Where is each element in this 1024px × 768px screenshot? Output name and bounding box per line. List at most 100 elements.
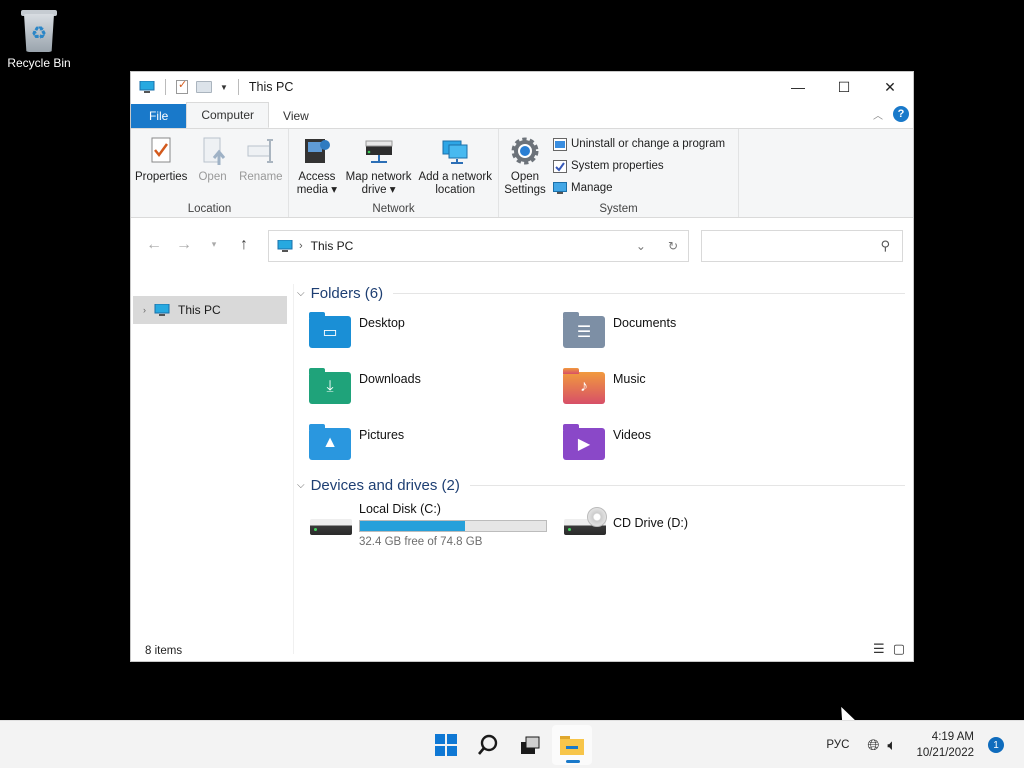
drive-local-disk-c[interactable]: Local Disk (C:) 32.4 GB free of 74.8 GB [309,502,563,548]
collapse-chevron-icon[interactable]: ⌵ [297,480,305,491]
window-title: This PC [248,80,294,94]
network-location-icon [442,140,468,164]
start-button[interactable] [426,725,466,765]
tab-file[interactable]: File [131,104,187,128]
pictures-folder-icon: ▲ [309,424,353,460]
disk-free-space: 32.4 GB free of 74.8 GB [359,536,483,548]
close-button[interactable]: ✕ [867,72,913,102]
documents-folder-icon: ☰ [563,312,607,348]
programs-icon [553,137,567,151]
maximize-button[interactable]: ☐ [821,72,867,102]
properties-button[interactable]: Properties [135,133,187,184]
expand-chevron-icon[interactable]: › [143,305,146,315]
hard-drive-icon [309,513,353,537]
network-drive-icon [365,140,393,163]
add-network-location-button[interactable]: Add a network location [416,133,494,197]
search-box[interactable]: ⚲ [701,230,903,262]
drive-cd-d[interactable]: CD Drive (D:) [563,502,817,548]
help-icon[interactable]: ? [893,106,909,122]
tab-computer[interactable]: Computer [186,102,270,128]
minimize-ribbon-icon[interactable]: ︿ [873,107,883,122]
navigation-pane: › This PC [133,296,287,656]
refresh-icon[interactable]: ↻ [668,239,678,253]
title-bar[interactable]: ▼ This PC — ☐ ✕ [131,72,913,102]
folder-documents[interactable]: ☰ Documents [563,312,817,356]
network-globe-icon[interactable]: 🌐︎ [867,737,879,754]
uninstall-program-button[interactable]: Uninstall or change a program [553,135,725,153]
folders-section-header[interactable]: ⌵ Folders (6) [297,282,905,304]
map-network-drive-button[interactable]: Map network drive ▾ [343,133,415,197]
cd-drive-icon [563,507,607,537]
folder-downloads[interactable]: ⤓ Downloads [309,368,563,412]
search-icon [478,734,498,755]
manage-button[interactable]: Manage [553,179,725,197]
tab-view[interactable]: View [269,104,323,128]
group-label-network: Network [372,203,415,215]
breadcrumb-chevron-icon[interactable]: › [299,240,303,252]
volume-icon[interactable]: 🔈︎ [887,737,896,754]
back-arrow-icon[interactable]: ← [139,236,169,254]
access-media-icon [304,139,330,163]
navigation-bar: ← → ▾ ↑ › This PC ⌄ ↻ ⚲ [131,218,913,272]
open-button[interactable]: Open [189,133,235,184]
nav-item-this-pc[interactable]: › This PC [133,296,287,324]
downloads-folder-icon: ⤓ [309,368,353,404]
task-view-icon [521,736,540,754]
new-folder-quick-icon[interactable] [196,81,212,93]
folder-pictures[interactable]: ▲ Pictures [309,424,563,468]
open-icon [203,137,225,165]
customize-toolbar-chevron-icon[interactable]: ▼ [220,83,228,92]
folder-music[interactable]: ♪ Music [563,368,817,412]
file-explorer-window: ▼ This PC — ☐ ✕ File Computer View ︿ ? P… [130,71,914,662]
minimize-button[interactable]: — [775,72,821,102]
file-explorer-icon [560,736,584,755]
ribbon-group-system: Open Settings Uninstall or change a prog… [499,129,739,217]
ribbon-group-location: Properties Open Rename Location [131,129,289,217]
status-item-count: 8 items [145,645,183,657]
recent-locations-chevron-icon[interactable]: ▾ [199,236,229,254]
recycle-bin-desktop-icon[interactable]: ♻ Recycle Bin [4,8,74,70]
rename-icon [247,139,273,163]
items-view: ⌵ Folders (6) ▭ Desktop ☰ Documents ⤓ Do… [297,282,905,548]
notification-badge[interactable]: 1 [988,737,1004,753]
folder-videos[interactable]: ▶ Videos [563,424,817,468]
address-bar[interactable]: › This PC ⌄ ↻ [268,230,689,262]
address-history-chevron-icon[interactable]: ⌄ [636,239,646,253]
task-view-button[interactable] [510,725,550,765]
open-settings-button[interactable]: Open Settings [503,133,547,197]
input-language-indicator[interactable]: РУС [826,739,849,751]
videos-folder-icon: ▶ [563,424,607,460]
drives-section-header[interactable]: ⌵ Devices and drives (2) [297,474,905,496]
up-arrow-icon[interactable]: ↑ [229,236,259,254]
ribbon-tabs: File Computer View ︿ ? [131,102,913,128]
collapse-chevron-icon[interactable]: ⌵ [297,288,305,299]
pane-splitter[interactable] [293,284,294,654]
settings-gear-icon [511,137,539,165]
rename-button[interactable]: Rename [238,133,284,184]
file-explorer-taskbar-button[interactable] [552,725,592,765]
group-label-system: System [599,203,638,215]
manage-icon [553,181,567,194]
folder-desktop[interactable]: ▭ Desktop [309,312,563,356]
forward-arrow-icon[interactable]: → [169,236,199,254]
details-view-icon[interactable]: ☰ [873,641,885,657]
desktop-folder-icon: ▭ [309,312,353,348]
properties-quick-icon[interactable] [176,78,188,94]
system-properties-icon [553,159,567,173]
search-taskbar-button[interactable] [468,725,508,765]
recycle-bin-icon: ♻ [21,8,57,52]
breadcrumb-this-pc[interactable]: This PC [311,239,354,253]
group-label-location: Location [187,203,232,215]
quick-access-toolbar: ▼ [139,78,241,95]
content-area: › This PC ⌵ Folders (6) ▭ Desktop ☰ Docu… [131,284,913,661]
properties-icon [151,137,171,163]
large-icons-view-icon[interactable]: ▢ [893,641,905,657]
system-properties-button[interactable]: System properties [553,157,725,175]
ribbon-group-network: Access media ▾ Map network drive ▾ Add a… [289,129,499,217]
clock[interactable]: 4:19 AM 10/21/2022 [916,729,974,761]
this-pc-icon [277,240,293,252]
access-media-button[interactable]: Access media ▾ [293,133,341,197]
disk-usage-bar [359,520,547,532]
taskbar: РУС 🌐︎ 🔈︎ 4:19 AM 10/21/2022 1 [0,720,1024,768]
this-pc-icon [139,81,155,93]
